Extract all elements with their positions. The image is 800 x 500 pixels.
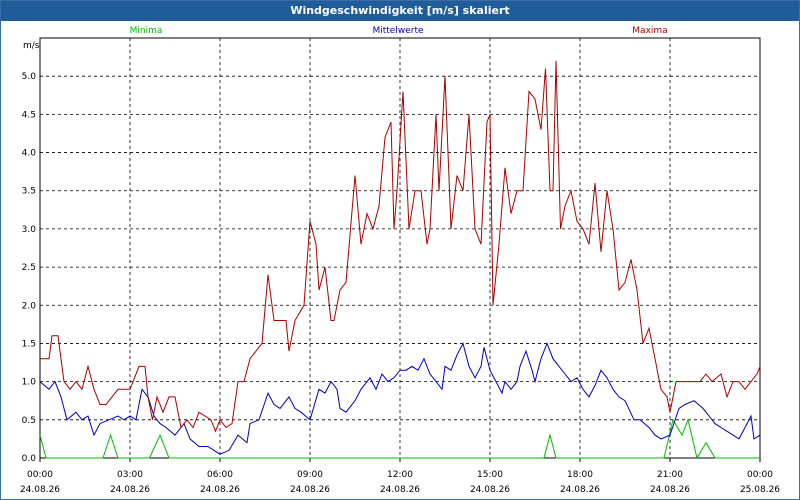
y-tick-label: 0.5 [22,416,36,426]
x-tick-time: 00:00 [27,470,53,480]
x-tick-date: 24.08.26 [470,485,510,495]
y-tick-label: 0.0 [22,454,37,464]
wind-speed-chart: 0.0 0.5 1.0 1.5 2.0 2.5 3.0 3.5 4.0 4.5 5.0 m/s 00:0… [20,26,780,495]
y-tick-label: 1.0 [22,378,37,388]
y-tick-label: 4.0 [22,149,37,159]
x-tick-time: 09:00 [297,470,323,480]
legend-minima: Minima [130,26,163,36]
y-axis-label: m/s [23,41,40,51]
x-tick-time: 00:00 [747,470,773,480]
x-tick-date: 24.08.26 [560,485,600,495]
x-tick-time: 18:00 [567,470,593,480]
y-tick-label: 1.5 [22,339,36,349]
legend: Minima Mittelwerte Maxima [130,26,668,36]
x-tick-date: 24.08.26 [20,485,60,495]
y-tick-label: 2.5 [22,263,36,273]
x-tick-date: 25.08.26 [740,485,780,495]
x-tick-time: 15:00 [477,470,503,480]
y-tick-label: 3.0 [22,225,37,235]
x-tick-time: 21:00 [657,470,683,480]
x-tick-date: 24.08.26 [110,485,150,495]
x-tick-date: 24.08.26 [380,485,420,495]
x-tick-time: 03:00 [117,470,143,480]
x-tick-time: 12:00 [387,470,413,480]
y-tick-label: 4.5 [22,110,36,120]
y-tick-label: 5.0 [22,72,37,82]
legend-maxima: Maxima [632,26,667,36]
x-tick-date: 24.08.26 [290,485,330,495]
legend-mittelwerte: Mittelwerte [372,26,423,36]
y-tick-label: 2.0 [22,301,37,311]
x-tick-date: 24.08.26 [200,485,240,495]
x-tick-time: 06:00 [207,470,233,480]
x-tick-date: 24.08.26 [650,485,690,495]
y-tick-label: 3.5 [22,187,36,197]
